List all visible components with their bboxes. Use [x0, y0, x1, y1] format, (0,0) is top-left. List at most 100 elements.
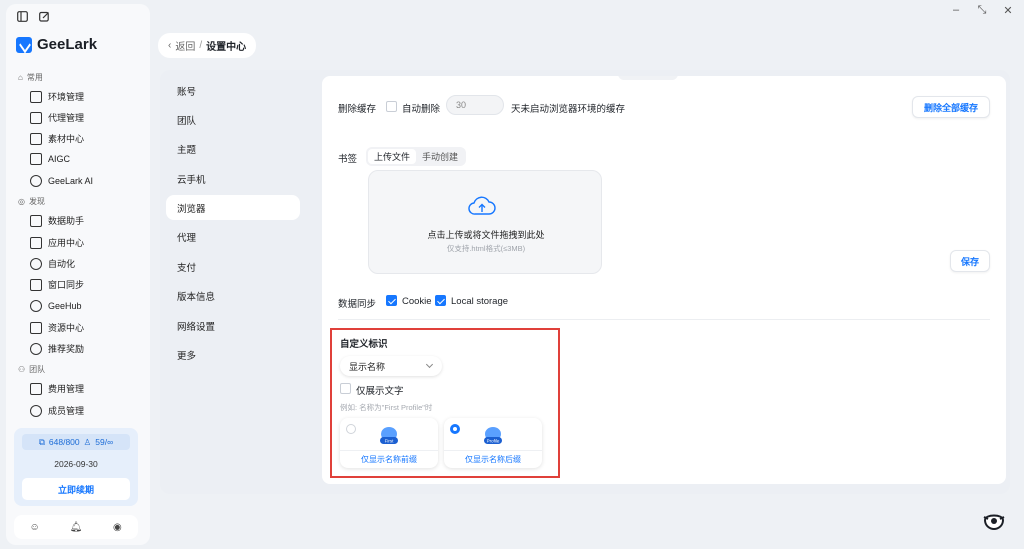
ai-icon [30, 175, 42, 187]
sidebar-item-window-sync[interactable]: 窗口同步 [30, 278, 84, 291]
resources-icon [30, 321, 42, 334]
profile-count-icon: ⧉ [38, 436, 45, 447]
auto-delete-label: 自动删除 [402, 104, 441, 115]
sidebar-item-data-assistant[interactable]: 数据助手 [30, 214, 84, 227]
sidebar-toggle-icon[interactable] [16, 10, 28, 22]
sidebar: GeeLark ⌂ 常用 环境管理 代理管理 素材中心 AIGC GeeLark… [6, 4, 150, 545]
minimize-button[interactable]: – [950, 4, 962, 17]
browser-settings-content: 删除缓存 自动删除 30 天未启动浏览器环境的缓存 删除全部缓存 书签 上传文件… [322, 76, 1006, 484]
cookie-label: Cookie [402, 296, 432, 307]
dollar-icon [30, 342, 42, 355]
bookmark-upload-dropzone[interactable]: 点击上传或将文件拖拽到此处 仅支持.html格式(≤3MB) [368, 170, 602, 274]
settings-tab-theme[interactable]: 主题 [166, 136, 300, 161]
settings-tab-network[interactable]: 网络设置 [166, 313, 300, 338]
data-sync-label: 数据同步 [338, 299, 377, 310]
cache-days-input[interactable]: 30 [446, 95, 504, 115]
member-count-icon: ♙ [83, 436, 92, 447]
sidebar-top-icons [16, 10, 50, 22]
option-caption-suffix: 仅显示名称后缀 [465, 455, 521, 464]
sidebar-item-automation[interactable]: 自动化 [30, 257, 75, 270]
restore-button[interactable]: ⤡ [976, 4, 988, 17]
display-mode-select[interactable]: 显示名称 [340, 356, 442, 376]
bell-icon[interactable]: 🔔︎ [69, 520, 83, 534]
settings-panel: 账号 团队 主题 云手机 浏览器 代理 支付 版本信息 网络设置 更多 删除缓存… [160, 70, 1010, 494]
option-caption-prefix: 仅显示名称前缀 [361, 455, 417, 464]
breadcrumb: ‹ 返回 / 设置中心 [158, 33, 257, 58]
sidebar-item-resources[interactable]: 资源中心 [30, 321, 84, 334]
sidebar-item-billing[interactable]: 费用管理 [30, 382, 84, 395]
sidebar-item-environments[interactable]: 环境管理 [30, 90, 84, 103]
option-card-suffix[interactable]: Profile 仅显示名称后缀 [444, 418, 542, 468]
save-bookmark-button[interactable]: 保存 [950, 250, 990, 272]
card-divider [340, 450, 438, 451]
sidebar-item-materials[interactable]: 素材中心 [30, 132, 84, 145]
tab-upload-file[interactable]: 上传文件 [368, 149, 417, 164]
user-icon[interactable]: ◉ [110, 520, 124, 534]
text-only-checkbox[interactable] [340, 383, 351, 394]
local-storage-checkbox[interactable] [435, 295, 446, 306]
team-icon: ⚇ [18, 365, 26, 374]
settings-tab-more[interactable]: 更多 [166, 342, 300, 367]
automation-icon [30, 257, 42, 270]
sidebar-bottom-bar: ☺ 🔔︎ ◉ [14, 515, 138, 539]
tag-preview-icon: Profile [484, 427, 502, 444]
edit-icon[interactable] [38, 10, 50, 22]
renew-button[interactable]: 立即续期 [22, 478, 130, 500]
brand-logo: GeeLark [16, 36, 97, 53]
sidebar-item-members[interactable]: 成员管理 [30, 404, 84, 417]
quota-card: ⧉ 648/800 ♙ 59/∞ 2026-09-30 立即续期 [14, 428, 138, 506]
sidebar-item-aigc[interactable]: AIGC [30, 153, 70, 165]
radio-prefix[interactable] [346, 424, 356, 434]
chevron-down-icon [425, 360, 434, 369]
cookie-checkbox[interactable] [386, 295, 397, 306]
brand-name: GeeLark [37, 36, 98, 53]
cache-days-suffix: 天未启动浏览器环境的缓存 [511, 104, 626, 115]
page-title: 设置中心 [206, 42, 247, 53]
option-card-prefix[interactable]: First 仅显示名称前缀 [340, 418, 438, 468]
cloud-upload-icon [468, 196, 496, 215]
sidebar-item-proxies[interactable]: 代理管理 [30, 111, 84, 124]
billing-icon [30, 382, 42, 395]
delete-all-cache-button[interactable]: 删除全部缓存 [912, 96, 990, 118]
sidebar-item-app-center[interactable]: 应用中心 [30, 236, 84, 249]
proxy-icon [30, 111, 42, 124]
auto-delete-checkbox[interactable] [386, 101, 397, 112]
profile-count: 648/800 [48, 437, 80, 447]
chevron-left-icon[interactable]: ‹ [168, 40, 171, 51]
home-icon: ⌂ [18, 73, 23, 82]
back-link[interactable]: 返回 [175, 38, 195, 53]
settings-tab-payment[interactable]: 支付 [166, 254, 300, 279]
sidebar-item-geelark-ai[interactable]: GeeLark AI [30, 175, 93, 187]
tag-preview-icon: First [380, 427, 398, 444]
radio-suffix[interactable] [450, 424, 460, 434]
materials-icon [30, 132, 42, 145]
local-storage-label: Local storage [451, 296, 509, 307]
settings-tab-account[interactable]: 账号 [166, 78, 300, 103]
member-icon [30, 404, 42, 417]
custom-tag-section: 自定义标识 显示名称 仅展示文字 例如: 名称为"First Profile"时… [330, 328, 560, 478]
support-icon[interactable]: ☺ [28, 520, 42, 534]
geelark-logo-icon [16, 36, 32, 53]
settings-tab-proxy[interactable]: 代理 [166, 224, 300, 249]
settings-tab-cloud-phone[interactable]: 云手机 [166, 166, 300, 191]
discover-icon: ◎ [18, 197, 25, 206]
section-common: ⌂ 常用 [18, 73, 43, 82]
tag-preview-text: Profile [487, 439, 500, 444]
breadcrumb-separator: / [199, 40, 203, 51]
text-only-label: 仅展示文字 [356, 386, 404, 397]
aigc-icon [30, 153, 42, 165]
section-discover: ◎ 发现 [18, 197, 45, 206]
settings-tab-browser[interactable]: 浏览器 [166, 195, 300, 220]
cache-label: 删除缓存 [338, 104, 377, 115]
quota-usage: ⧉ 648/800 ♙ 59/∞ [22, 434, 130, 450]
close-button[interactable]: ✕ [1002, 4, 1014, 17]
settings-tab-version[interactable]: 版本信息 [166, 283, 300, 308]
sidebar-item-referral[interactable]: 推荐奖励 [30, 342, 84, 355]
geehub-icon [30, 300, 42, 312]
sidebar-item-geehub[interactable]: GeeHub [30, 300, 82, 312]
settings-tab-team[interactable]: 团队 [166, 107, 300, 132]
scroll-indicator [618, 76, 678, 80]
assistant-bot-icon[interactable] [982, 510, 1006, 532]
section-team: ⚇ 团队 [18, 365, 46, 374]
tab-manual-create[interactable]: 手动创建 [416, 149, 464, 164]
